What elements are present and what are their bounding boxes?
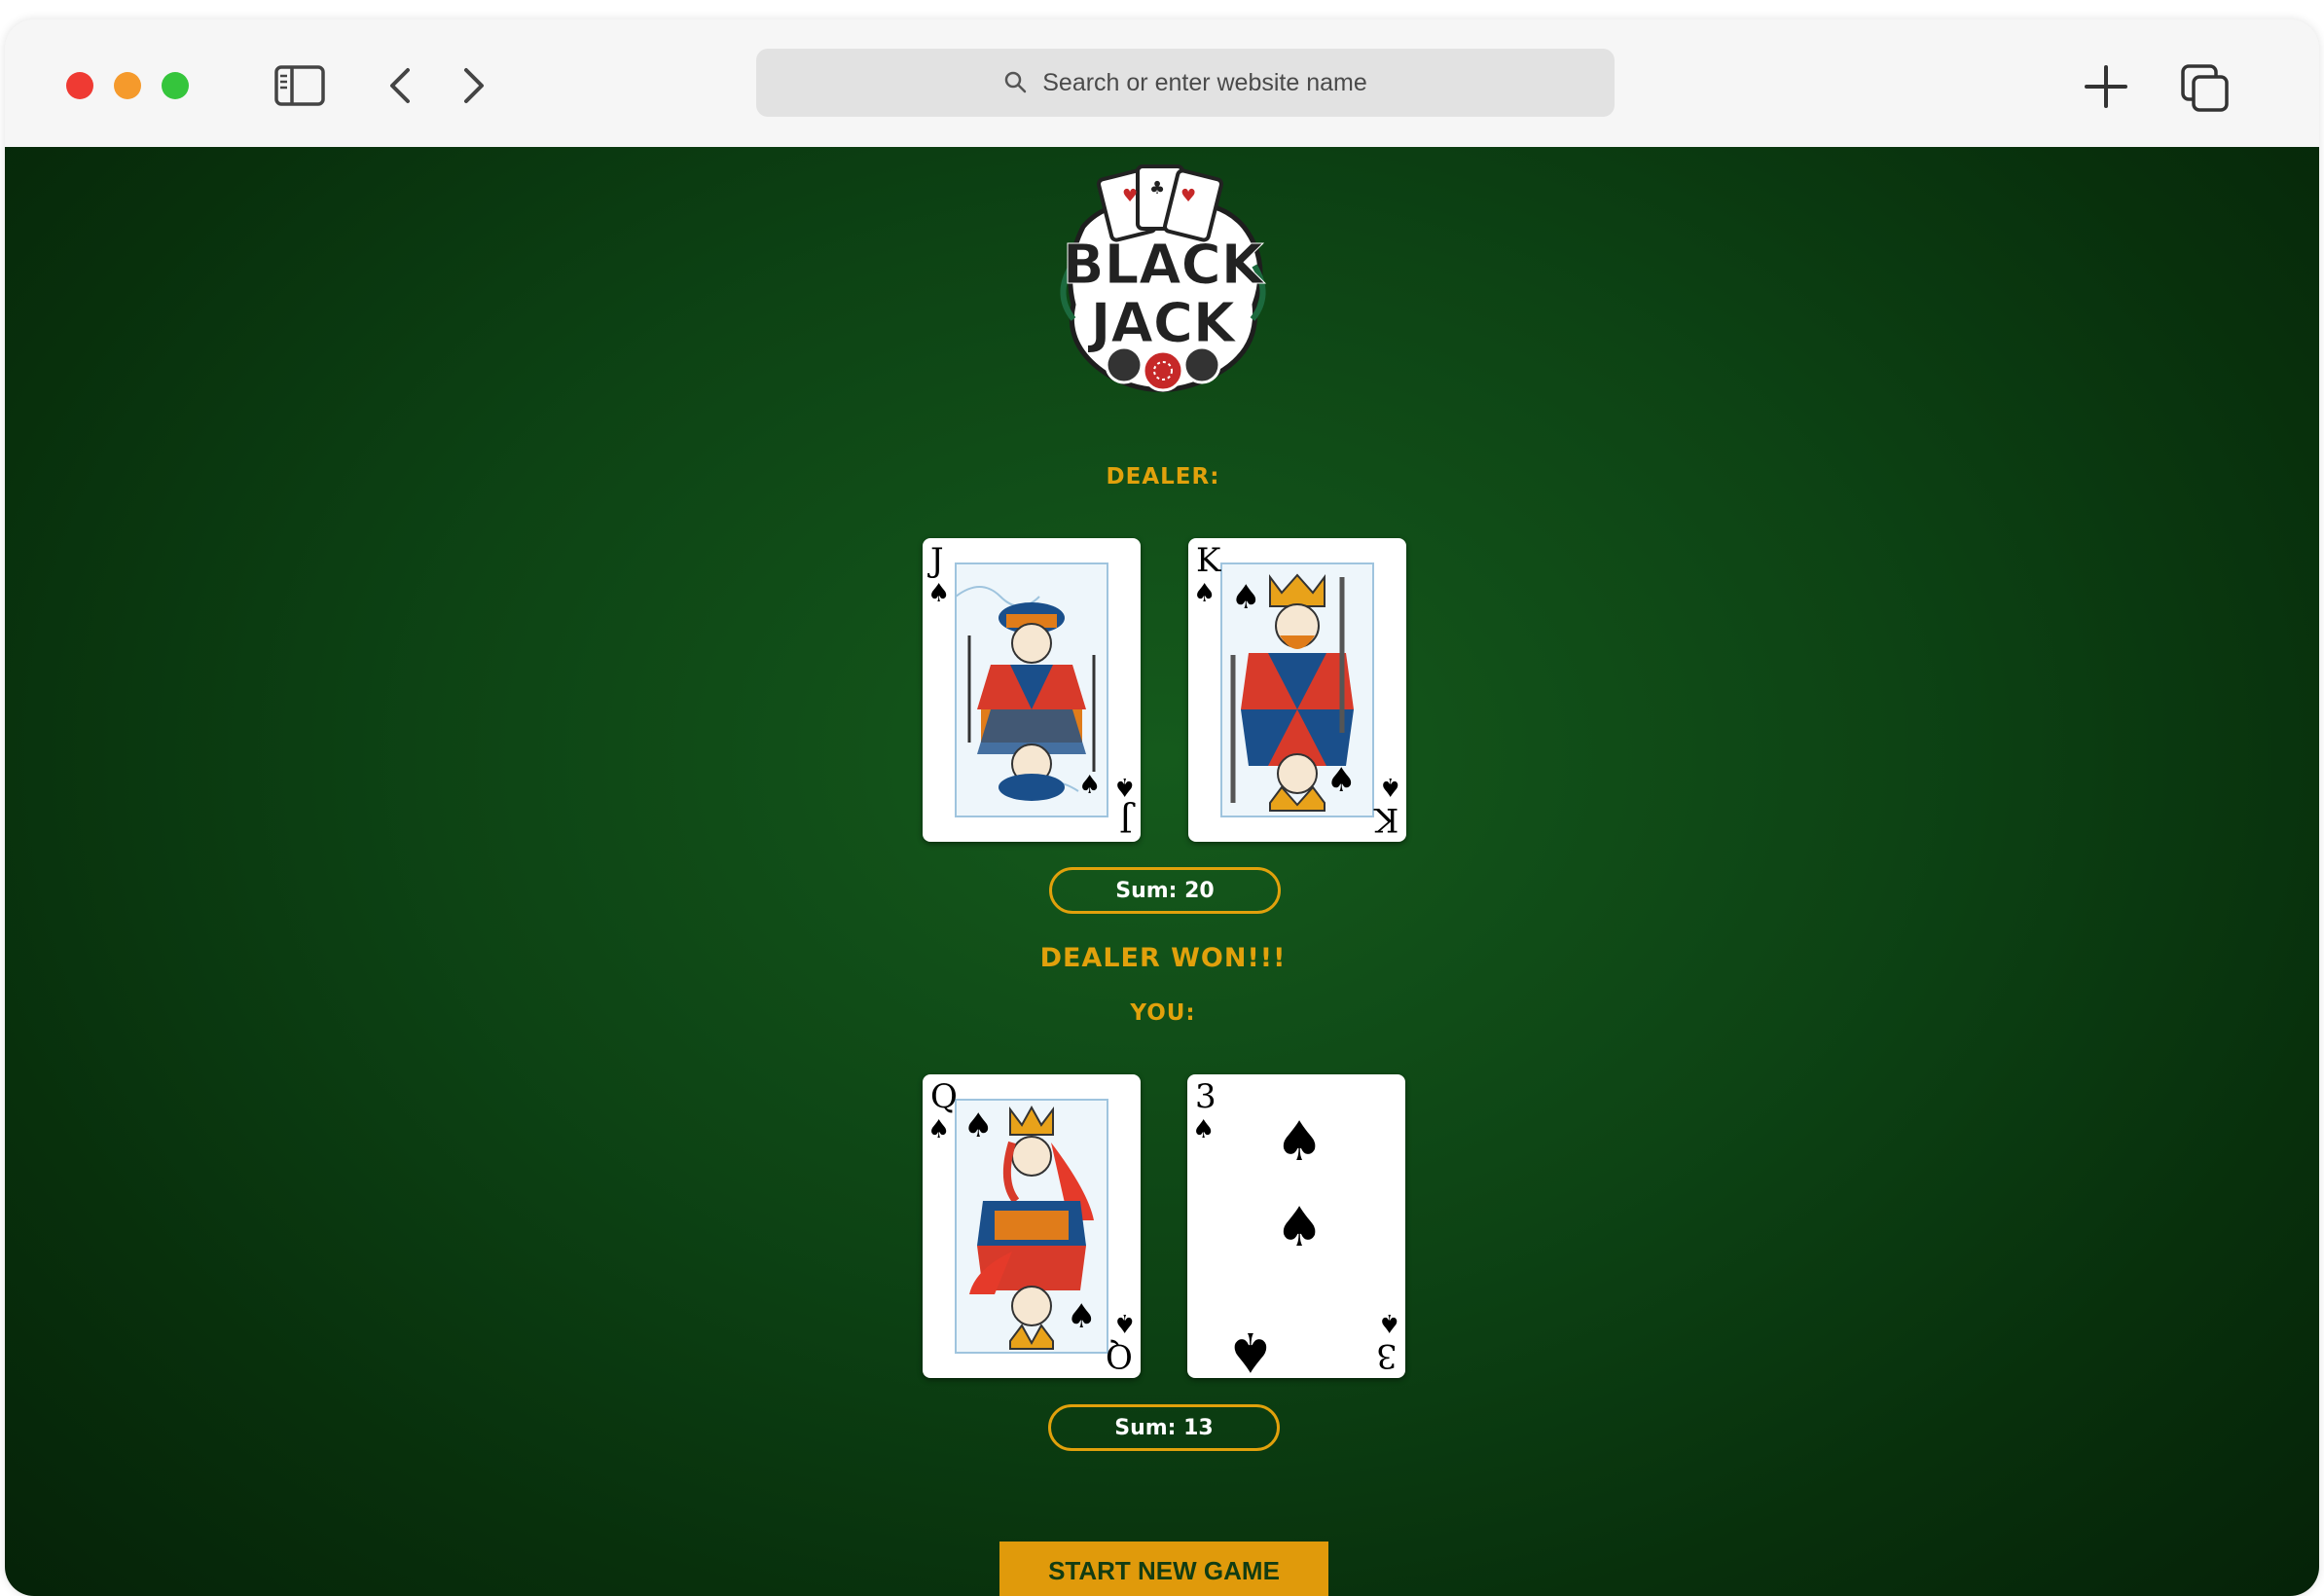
svg-text:♠: ♠	[1067, 1297, 1096, 1336]
card-suit-inverted: ♠	[1378, 772, 1401, 801]
card-suit: ♠	[1193, 579, 1216, 608]
dealer-card-king-of-spades: ♠ ♠ K ♠ K ♠	[1188, 538, 1406, 842]
dealer-sum-badge: Sum: 20	[1049, 867, 1281, 914]
card-rank: 3	[1195, 1077, 1216, 1116]
card-suit-inverted: ♠	[1112, 1308, 1136, 1337]
card-suit: ♠	[927, 579, 951, 608]
card-suit: ♠	[1192, 1115, 1216, 1144]
close-window-button[interactable]	[66, 72, 93, 99]
start-new-game-button[interactable]: START NEW GAME	[999, 1542, 1328, 1596]
card-rank: J	[930, 541, 944, 580]
minimize-window-button[interactable]	[114, 72, 141, 99]
player-label: YOU:	[1130, 1000, 1196, 1026]
svg-text:♥: ♥	[1180, 186, 1196, 206]
face-card-art: ♠ ♠	[955, 1099, 1108, 1354]
back-icon[interactable]	[381, 64, 419, 107]
card-suit-inverted: ♠	[1112, 772, 1136, 801]
spade-pip: ♠	[1275, 1196, 1324, 1259]
address-bar[interactable]: Search or enter website name	[756, 49, 1615, 117]
player-sum-badge: Sum: 13	[1048, 1404, 1280, 1451]
svg-text:♠: ♠	[963, 1106, 993, 1145]
card-rank: Q	[930, 1077, 958, 1116]
sidebar-icon[interactable]	[273, 64, 326, 107]
svg-text:♠: ♠	[1326, 761, 1356, 800]
player-card-three-of-spades: ♠ ♠ ♠ 3 ♠ 3 ♠	[1187, 1074, 1405, 1378]
face-card-art: ♠ ♠	[1220, 562, 1374, 817]
logo-text-black: BLACK	[1063, 234, 1266, 297]
card-rank-inverted: 3	[1376, 1336, 1398, 1375]
new-tab-icon[interactable]	[2082, 62, 2130, 111]
svg-text:♠: ♠	[1231, 578, 1260, 617]
browser-window: Search or enter website name ♥ ♣ ♥ BLACK…	[5, 19, 2319, 1596]
face-card-art: ♠	[955, 562, 1108, 817]
blackjack-table: ♥ ♣ ♥ BLACK JACK DEALER: ♠ J ♠ J ♠ ♠ ♠ K…	[5, 147, 2319, 1596]
player-card-queen-of-spades: ♠ ♠ Q ♠ Q ♠	[923, 1074, 1141, 1378]
tabs-overview-icon[interactable]	[2179, 62, 2232, 115]
card-rank-inverted: K	[1373, 800, 1398, 839]
spade-pip: ♠	[1226, 1320, 1275, 1378]
svg-text:♥: ♥	[1122, 186, 1138, 206]
dealer-label: DEALER:	[1106, 464, 1220, 490]
card-rank: K	[1196, 541, 1221, 580]
card-suit-inverted: ♠	[1377, 1308, 1400, 1337]
card-rank-inverted: Q	[1106, 1336, 1133, 1375]
card-suit: ♠	[927, 1115, 951, 1144]
svg-text:♣: ♣	[1149, 178, 1165, 199]
blackjack-logo: ♥ ♣ ♥ BLACK JACK	[1060, 164, 1266, 392]
svg-text:♠: ♠	[1078, 771, 1101, 800]
forward-icon[interactable]	[454, 64, 493, 107]
zoom-window-button[interactable]	[162, 72, 189, 99]
logo-text-jack: JACK	[1087, 292, 1238, 355]
search-icon	[1004, 71, 1027, 93]
spade-pip: ♠	[1275, 1110, 1324, 1174]
browser-toolbar: Search or enter website name	[5, 19, 2319, 149]
dealer-card-jack-of-spades: ♠ J ♠ J ♠	[923, 538, 1141, 842]
result-message: DEALER WON!!!	[1039, 943, 1287, 973]
card-rank-inverted: J	[1119, 800, 1133, 839]
pip-art: ♠ ♠ ♠	[1226, 1110, 1324, 1378]
address-placeholder: Search or enter website name	[1042, 68, 1367, 96]
